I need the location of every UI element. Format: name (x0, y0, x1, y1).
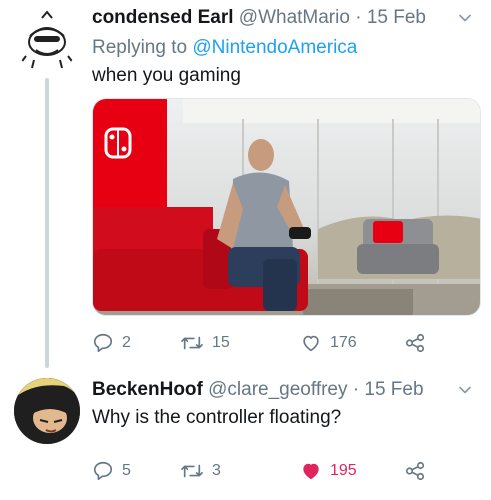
reply-count: 5 (122, 462, 131, 479)
retweet-icon (181, 464, 203, 478)
share-button[interactable] (404, 330, 426, 356)
heart-icon (303, 335, 319, 352)
share-icon (405, 461, 425, 481)
heart-icon (303, 463, 319, 480)
like-count: 195 (330, 462, 357, 479)
retweet-count: 3 (212, 462, 221, 479)
separator: · (352, 379, 360, 400)
share-button[interactable] (404, 458, 426, 484)
tweet[interactable]: BeckenHoof @clare_geoffrey · 15 Feb Why … (0, 366, 491, 500)
tweet-header: BeckenHoof @clare_geoffrey · 15 Feb (92, 378, 473, 402)
reply-button[interactable]: 2 (92, 330, 131, 356)
display-name[interactable]: condensed Earl (92, 7, 234, 28)
tweet[interactable]: condensed Earl @WhatMario · 15 Feb Reply… (0, 0, 491, 368)
avatar-drawing (14, 378, 80, 444)
like-button[interactable]: 195 (300, 458, 357, 484)
tweet-photo[interactable] (92, 98, 481, 316)
chevron-down-icon[interactable] (457, 10, 473, 26)
reply-icon (93, 461, 113, 481)
reply-button[interactable]: 5 (92, 458, 131, 484)
replying-to-label: Replying to (92, 37, 188, 58)
handle[interactable]: @WhatMario (239, 7, 350, 28)
avatar-drawing (14, 6, 80, 72)
tweet-actions: 5 3 195 (92, 458, 491, 484)
chevron-down-icon[interactable] (457, 382, 473, 398)
share-icon (405, 333, 425, 353)
thread-line (45, 78, 49, 368)
retweet-button[interactable]: 15 (180, 330, 230, 356)
tweet-text: Why is the controller floating? (92, 407, 342, 428)
replying-to-handle[interactable]: @NintendoAmerica (192, 37, 357, 58)
like-count: 176 (330, 334, 357, 351)
retweet-icon (181, 336, 203, 350)
tweet-date[interactable]: 15 Feb (367, 7, 426, 28)
like-button[interactable]: 176 (300, 330, 357, 356)
tweet-actions: 2 15 176 (92, 330, 491, 356)
retweet-count: 15 (212, 334, 230, 351)
retweet-button[interactable]: 3 (180, 458, 221, 484)
photo-scene (93, 99, 480, 315)
handle[interactable]: @clare_geoffrey (208, 379, 347, 400)
avatar[interactable] (14, 378, 80, 444)
display-name[interactable]: BeckenHoof (92, 379, 203, 400)
reply-icon (93, 333, 113, 353)
replying-to: Replying to @NintendoAmerica (92, 36, 357, 60)
tweet-date[interactable]: 15 Feb (364, 379, 423, 400)
reply-count: 2 (122, 334, 131, 351)
tweet-text: when you gaming (92, 65, 241, 86)
tweet-header: condensed Earl @WhatMario · 15 Feb (92, 6, 473, 30)
separator: · (355, 7, 362, 28)
avatar[interactable] (14, 6, 80, 72)
